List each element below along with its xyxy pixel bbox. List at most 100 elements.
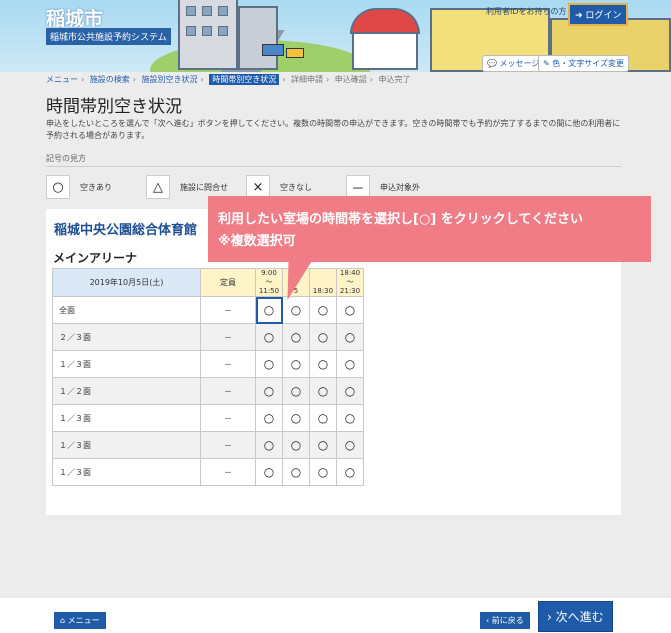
area-label: １／３面 xyxy=(52,458,201,486)
divider xyxy=(46,166,621,167)
slot-cell[interactable]: ○ xyxy=(282,377,310,405)
next-button[interactable]: › 次へ進む xyxy=(538,601,613,632)
slot-cell[interactable]: ○ xyxy=(255,350,283,378)
slot-cell[interactable]: ○ xyxy=(282,404,310,432)
facility-name: 稲城中央公園総合体育館 xyxy=(54,223,198,238)
table-row: １／３面 － ○ ○ ○ ○ xyxy=(52,458,364,486)
slot-cell[interactable]: ○ xyxy=(336,296,364,324)
slot-cell[interactable]: ○ xyxy=(282,323,310,351)
callout-text: 利用したい室場の時間帯を選択し[○] をクリックしてください xyxy=(218,212,583,227)
back-button[interactable]: ‹ 前に戻る xyxy=(480,612,530,629)
breadcrumb-facility-availability[interactable]: 施設別空き状況 xyxy=(142,75,198,84)
time-slot-header: 18:30 xyxy=(309,268,337,297)
breadcrumb-confirm: 申込確認 xyxy=(334,75,367,84)
capacity-value: － xyxy=(200,296,256,324)
slot-cell[interactable]: ○ xyxy=(255,431,283,459)
area-label: １／２面 xyxy=(52,377,201,405)
breadcrumb-current: 時間帯別空き状況 xyxy=(209,74,280,85)
circle-icon: ○ xyxy=(46,175,70,199)
table-row: １／３面 － ○ ○ ○ ○ xyxy=(52,404,364,432)
legend-item: ○ 空きあり xyxy=(46,175,132,199)
breadcrumb: メニュー › 施設の検索 › 施設別空き状況 › 時間帯別空き状況 › 詳細申請 › 申込… xyxy=(46,74,411,85)
slot-cell[interactable]: ○ xyxy=(309,350,337,378)
capacity-value: － xyxy=(200,431,256,459)
triangle-icon: △ xyxy=(146,175,170,199)
site-header: 稲城市 稲城市公共施設予約システム 利用者IDをお持ちの方 ➜ ログイン 💬 メ… xyxy=(0,0,671,72)
legend-label: 空きあり xyxy=(80,182,112,192)
room-name: メインアリーナ xyxy=(53,251,138,265)
message-button[interactable]: 💬 メッセージ xyxy=(482,55,545,72)
table-header-row: 2019年10月5日(土) 定員 9:00 ～ 11:50 12: ～ 5 18:30 … xyxy=(52,268,364,297)
house-shape xyxy=(352,32,418,70)
availability-table: 2019年10月5日(土) 定員 9:00 ～ 11:50 12: ～ 5 18:30 … xyxy=(52,268,364,486)
login-button[interactable]: ➜ ログイン xyxy=(568,3,629,26)
date-header: 2019年10月5日(土) xyxy=(52,268,201,297)
chevron-right-icon: › xyxy=(326,75,330,84)
area-label: １／３面 xyxy=(52,350,201,378)
table-row: １／２面 － ○ ○ ○ ○ xyxy=(52,377,364,405)
callout-note: ※複数選択可 xyxy=(218,234,296,249)
slot-cell[interactable]: ○ xyxy=(255,458,283,486)
area-label: 全面 xyxy=(52,296,201,324)
slot-cell[interactable]: ○ xyxy=(309,404,337,432)
table-row: １／３面 － ○ ○ ○ ○ xyxy=(52,350,364,378)
breadcrumb-menu[interactable]: メニュー xyxy=(46,75,78,84)
slot-cell[interactable]: ○ xyxy=(282,296,310,324)
font-settings-label: 色・文字サイズ変更 xyxy=(552,59,625,68)
capacity-value: － xyxy=(200,350,256,378)
legend-label: 申込対象外 xyxy=(380,182,420,192)
slot-cell[interactable]: ○ xyxy=(336,350,364,378)
legend-heading: 記号の見方 xyxy=(46,154,86,163)
instruction-callout: 利用したい室場の時間帯を選択し[○] をクリックしてください ※複数選択可 xyxy=(208,196,651,262)
building-shape xyxy=(178,0,238,70)
legend-label: 施設に問合せ xyxy=(180,182,228,192)
slot-cell[interactable]: ○ xyxy=(309,296,337,324)
slot-cell[interactable]: ○ xyxy=(336,323,364,351)
table-row: １／３面 － ○ ○ ○ ○ xyxy=(52,431,364,459)
table-row: 全面 － ○ ○ ○ ○ xyxy=(52,296,364,324)
slot-cell[interactable]: ○ xyxy=(336,377,364,405)
chevron-left-icon: ‹ xyxy=(486,616,490,625)
page-title: 時間帯別空き状況 xyxy=(46,97,182,117)
car-shape xyxy=(286,48,304,58)
breadcrumb-complete: 申込完了 xyxy=(378,75,411,84)
slot-cell[interactable]: ○ xyxy=(336,404,364,432)
intro-text: 申込をしたいところを選んで「次へ進む」ボタンを押してください。複数の時間帯の申込… xyxy=(46,119,621,140)
slot-cell[interactable]: ○ xyxy=(309,458,337,486)
time-slot-header: 18:40 ～ 21:30 xyxy=(336,268,364,297)
slot-cell[interactable]: ○ xyxy=(309,323,337,351)
car-shape xyxy=(262,44,284,56)
capacity-value: － xyxy=(200,458,256,486)
chevron-right-icon: › xyxy=(282,75,286,84)
back-label: 前に戻る xyxy=(491,616,524,625)
slot-cell[interactable]: ○ xyxy=(255,323,283,351)
menu-label: メニュー xyxy=(67,616,100,625)
slot-cell[interactable]: ○ xyxy=(309,377,337,405)
slot-cell[interactable]: ○ xyxy=(255,296,283,324)
slot-cell[interactable]: ○ xyxy=(255,404,283,432)
slot-cell[interactable]: ○ xyxy=(309,431,337,459)
font-settings-button[interactable]: ✎ 色・文字サイズ変更 xyxy=(538,55,630,72)
menu-button[interactable]: ⌂ メニュー xyxy=(54,612,106,629)
slot-cell[interactable]: ○ xyxy=(336,458,364,486)
message-label: メッセージ xyxy=(499,59,540,68)
breadcrumb-search[interactable]: 施設の検索 xyxy=(90,75,130,84)
legend-label: 空きなし xyxy=(280,182,312,192)
chat-icon: 💬 xyxy=(487,59,497,68)
area-label: １／３面 xyxy=(52,404,201,432)
city-logo[interactable]: 稲城市 xyxy=(46,4,103,31)
slot-cell[interactable]: ○ xyxy=(282,458,310,486)
system-name: 稲城市公共施設予約システム xyxy=(46,28,171,45)
capacity-value: － xyxy=(200,404,256,432)
slot-cell[interactable]: ○ xyxy=(282,350,310,378)
capacity-value: － xyxy=(200,377,256,405)
chevron-right-icon: › xyxy=(369,75,373,84)
home-icon: ⌂ xyxy=(60,616,66,625)
area-label: ２／３面 xyxy=(52,323,201,351)
slot-cell[interactable]: ○ xyxy=(336,431,364,459)
chevron-right-icon: › xyxy=(132,75,136,84)
next-label: 次へ進む xyxy=(555,610,604,624)
slot-cell[interactable]: ○ xyxy=(282,431,310,459)
slot-cell[interactable]: ○ xyxy=(255,377,283,405)
login-note: 利用者IDをお持ちの方 xyxy=(486,7,567,16)
